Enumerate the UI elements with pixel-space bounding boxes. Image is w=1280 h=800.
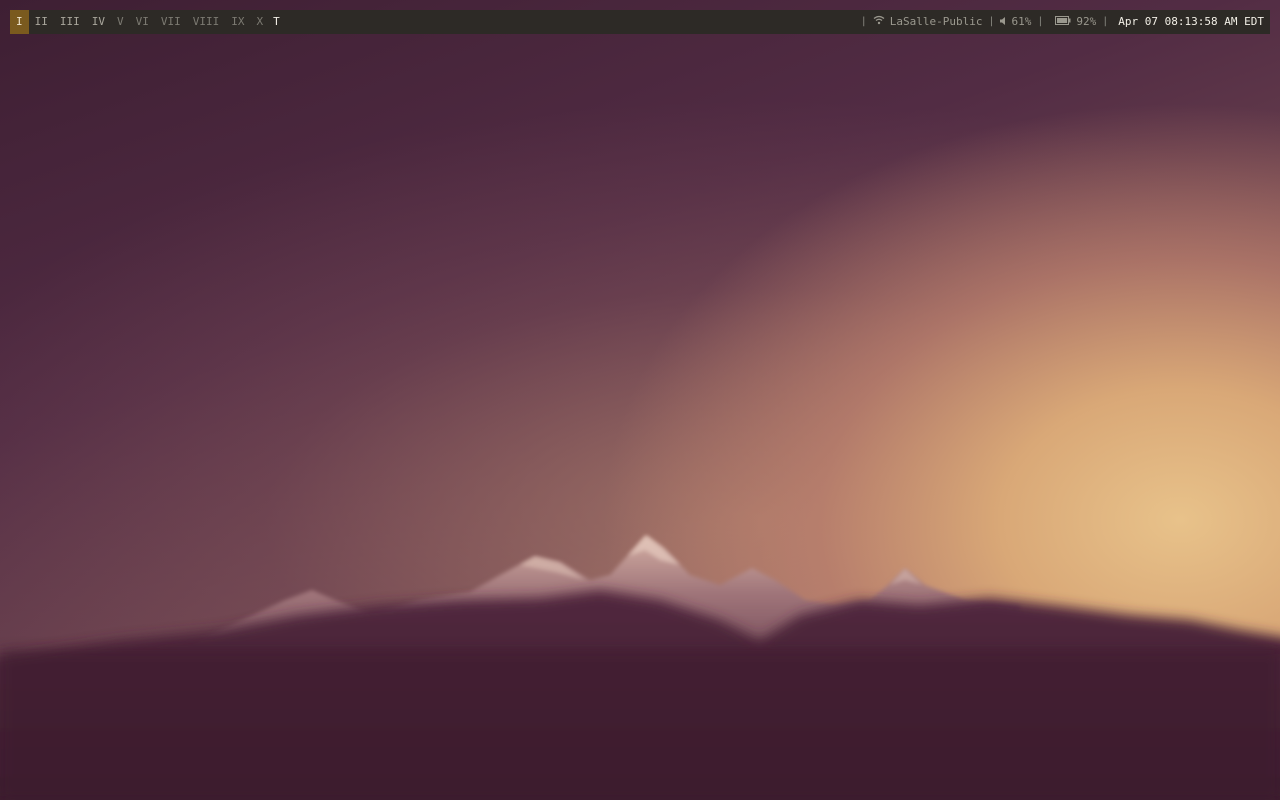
workspace-8[interactable]: VIII <box>187 10 226 34</box>
volume-status[interactable]: 61% <box>1000 10 1031 34</box>
volume-level: 61% <box>1011 15 1032 28</box>
workspace-10[interactable]: X <box>251 10 270 34</box>
separator: | <box>1037 16 1044 27</box>
workspace-2[interactable]: II <box>29 10 54 34</box>
workspace-5[interactable]: V <box>111 10 130 34</box>
wifi-status[interactable]: LaSalle-Public <box>873 10 983 34</box>
speaker-icon <box>1000 10 1006 34</box>
workspace-6[interactable]: VI <box>130 10 155 34</box>
layout-indicator[interactable]: T <box>269 10 286 34</box>
battery-status[interactable]: 92% <box>1055 10 1096 34</box>
separator: | <box>860 16 867 27</box>
separator: | <box>1102 16 1109 27</box>
separator: | <box>988 16 995 27</box>
workspace-1[interactable]: I <box>10 10 29 34</box>
clock[interactable]: Apr 07 08:13:58 AM EDT <box>1114 10 1264 34</box>
wallpaper-mountains <box>0 535 1280 800</box>
status-bar: I II III IV V VI VII VIII IX X T | LaSal… <box>10 10 1270 34</box>
workspace-list: I II III IV V VI VII VIII IX X T <box>10 10 286 34</box>
workspace-4[interactable]: IV <box>86 10 111 34</box>
battery-level: 92% <box>1076 15 1097 28</box>
workspace-9[interactable]: IX <box>225 10 250 34</box>
wifi-ssid: LaSalle-Public <box>889 15 983 28</box>
workspace-7[interactable]: VII <box>155 10 187 34</box>
battery-icon <box>1055 10 1071 34</box>
wifi-icon <box>873 10 885 34</box>
desktop: I II III IV V VI VII VIII IX X T | LaSal… <box>0 0 1280 800</box>
workspace-3[interactable]: III <box>54 10 86 34</box>
status-area: | LaSalle-Public | 61% | 92% | Apr 07 08… <box>855 10 1264 34</box>
